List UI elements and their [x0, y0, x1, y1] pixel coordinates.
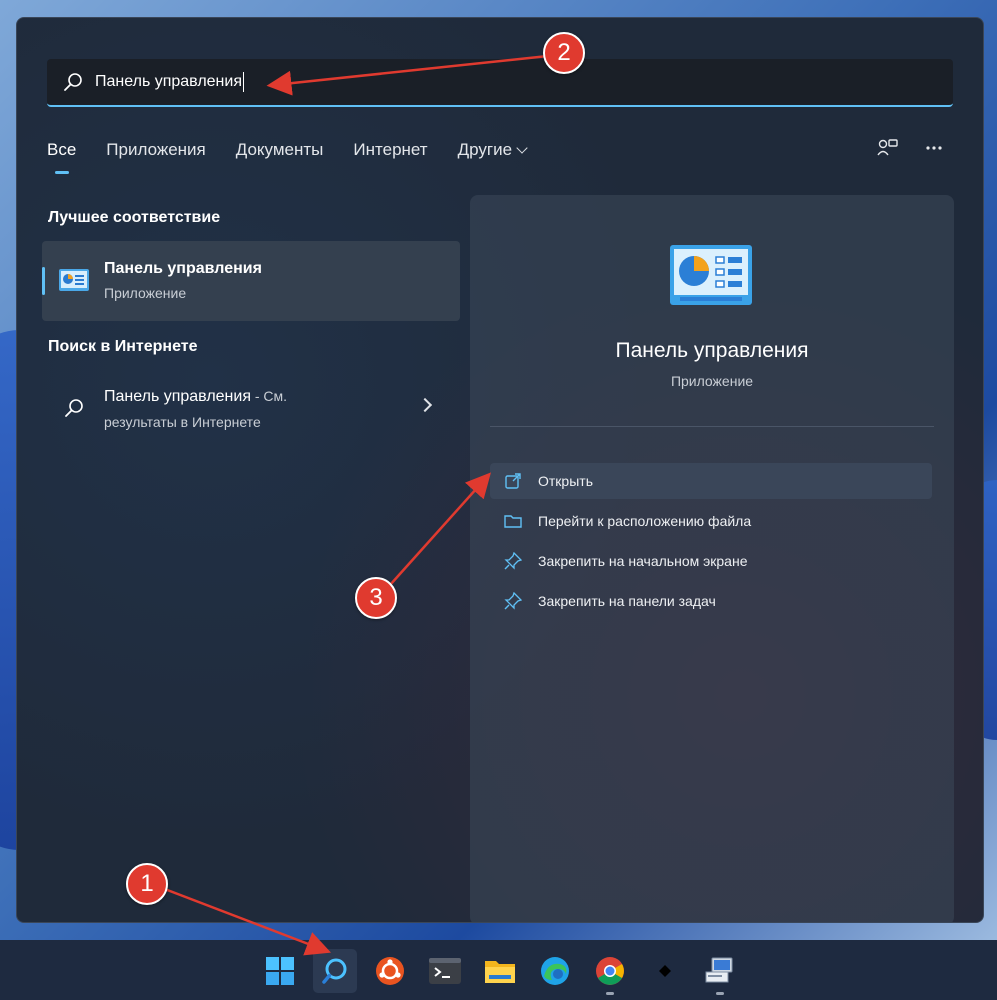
start-button[interactable]	[258, 949, 302, 993]
file-explorer-icon	[485, 961, 515, 983]
tab-more[interactable]: Другие	[457, 140, 528, 160]
folder-icon	[504, 515, 522, 528]
best-match-title: Панель управления	[104, 260, 262, 277]
running-indicator	[716, 992, 724, 995]
tab-documents[interactable]: Документы	[236, 140, 324, 160]
diamond-app[interactable]	[643, 949, 687, 993]
annotation-marker-3: 3	[355, 577, 397, 619]
details-pane: Панель управления Приложение Открыть Пер…	[470, 195, 954, 922]
network-app[interactable]	[698, 949, 742, 995]
web-item-suffix: - См.	[250, 388, 288, 404]
annotation-marker-2: 2	[543, 32, 585, 74]
web-item-title: Панель управления	[104, 388, 251, 405]
action-pin-taskbar-label: Закрепить на панели задач	[538, 593, 716, 609]
filter-tabs: Все Приложения Документы Интернет Другие	[47, 140, 556, 174]
best-match-heading: Лучшее соответствие	[48, 209, 221, 226]
tab-all[interactable]: Все	[47, 140, 76, 174]
search-icon	[64, 73, 82, 91]
web-search-heading: Поиск в Интернете	[48, 338, 198, 355]
toolbar-icons	[877, 138, 943, 158]
network-computer-icon	[705, 957, 733, 983]
terminal-icon	[429, 958, 461, 984]
search-panel: Панель управления Все Приложения Докумен…	[16, 17, 984, 923]
search-icon	[65, 399, 83, 417]
more-options-icon[interactable]	[925, 145, 943, 151]
control-panel-large-icon	[670, 245, 752, 305]
chrome-icon	[596, 957, 624, 985]
search-icon	[322, 958, 347, 984]
chevron-down-icon	[516, 142, 528, 154]
taskbar-search-button[interactable]	[313, 949, 357, 993]
action-pin-taskbar[interactable]: Закрепить на панели задач	[490, 583, 932, 619]
web-item-subtitle: результаты в Интернете	[104, 414, 261, 430]
open-external-icon	[505, 473, 521, 489]
search-query-text: Панель управления	[95, 73, 242, 90]
text-caret	[242, 72, 244, 92]
terminal-app[interactable]	[423, 949, 467, 993]
running-indicator	[606, 992, 614, 995]
details-subtitle: Приложение	[670, 373, 754, 389]
action-pin-start-label: Закрепить на начальном экране	[538, 553, 748, 569]
chevron-right-icon	[417, 397, 433, 413]
annotation-marker-1: 1	[126, 863, 168, 905]
file-explorer-app[interactable]	[478, 949, 522, 993]
details-divider	[490, 426, 934, 427]
pin-icon	[504, 592, 522, 610]
taskbar	[0, 940, 997, 1000]
action-open-file-location[interactable]: Перейти к расположению файла	[490, 503, 932, 539]
ubuntu-app[interactable]	[368, 949, 412, 993]
chrome-app[interactable]	[588, 949, 632, 995]
action-open-label: Открыть	[538, 473, 593, 489]
selection-accent	[42, 267, 45, 295]
start-icon	[266, 957, 294, 985]
control-panel-icon	[59, 269, 89, 291]
tab-web[interactable]: Интернет	[353, 140, 427, 160]
ubuntu-icon	[376, 957, 404, 985]
web-search-item[interactable]: Панель управления - См. результаты в Инт…	[42, 376, 460, 446]
action-pin-start[interactable]: Закрепить на начальном экране	[490, 543, 932, 579]
best-match-item[interactable]: Панель управления Приложение	[42, 241, 460, 321]
web-item-line1: Панель управления - См.	[104, 388, 287, 406]
pin-icon	[504, 552, 522, 570]
account-switch-icon[interactable]	[877, 138, 899, 158]
action-file-location-label: Перейти к расположению файла	[538, 513, 752, 529]
edge-icon	[541, 957, 569, 985]
search-input[interactable]: Панель управления	[47, 59, 953, 107]
details-title: Панель управления	[615, 339, 809, 362]
app-diamond-icon	[659, 965, 671, 977]
tab-more-label: Другие	[457, 140, 513, 159]
edge-app[interactable]	[533, 949, 577, 993]
best-match-subtitle: Приложение	[104, 285, 187, 301]
tab-apps[interactable]: Приложения	[106, 140, 205, 160]
action-open[interactable]: Открыть	[490, 463, 932, 499]
